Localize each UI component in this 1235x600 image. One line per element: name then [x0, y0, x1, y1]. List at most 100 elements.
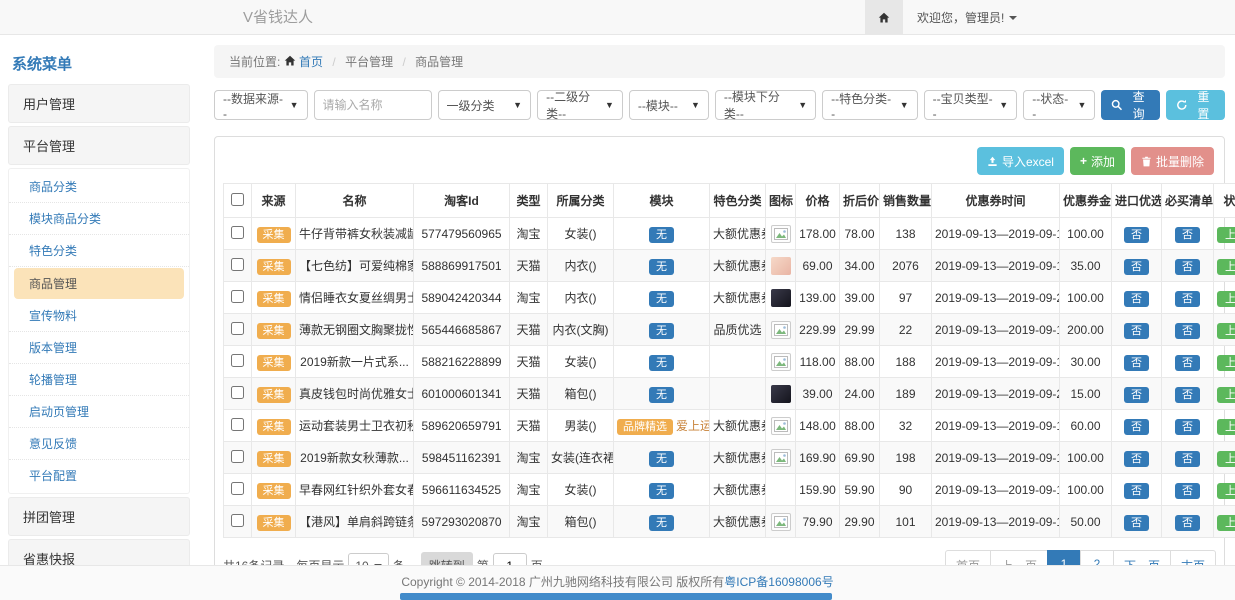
feature-category-select[interactable]: --特色分类--▼ — [822, 90, 917, 120]
row-checkbox[interactable] — [231, 450, 244, 463]
sidebar-item[interactable]: 拼团管理 — [8, 497, 190, 536]
sidebar-subitem[interactable]: 启动页管理 — [9, 396, 189, 428]
status-badge[interactable]: 上架 — [1217, 227, 1235, 243]
select-all-checkbox[interactable] — [231, 193, 244, 206]
data-source-select[interactable]: --数据来源--▼ — [214, 90, 308, 120]
row-checkbox[interactable] — [231, 386, 244, 399]
import-select-toggle[interactable]: 否 — [1124, 259, 1149, 275]
status-badge[interactable]: 上架 — [1217, 355, 1235, 371]
must-buy-toggle[interactable]: 否 — [1175, 227, 1200, 243]
module-subcategory-select[interactable]: --模块下分类--▼ — [715, 90, 816, 120]
horizontal-scrollbar[interactable] — [400, 593, 832, 600]
sidebar-subitem[interactable]: 意见反馈 — [9, 428, 189, 460]
per-page-select[interactable]: 10 — [348, 553, 388, 566]
module-none-badge[interactable]: 无 — [649, 259, 674, 275]
must-buy-toggle[interactable]: 否 — [1175, 419, 1200, 435]
module-none-badge[interactable]: 无 — [649, 515, 674, 531]
import-select-toggle[interactable]: 否 — [1124, 227, 1149, 243]
taoke-id-cell: 565446685867 — [414, 314, 510, 346]
row-checkbox[interactable] — [231, 226, 244, 239]
row-checkbox[interactable] — [231, 354, 244, 367]
status-badge[interactable]: 上架 — [1217, 451, 1235, 467]
status-badge[interactable]: 上架 — [1217, 387, 1235, 403]
page-button[interactable]: 末页 — [1170, 550, 1216, 565]
must-buy-toggle[interactable]: 否 — [1175, 323, 1200, 339]
page-button[interactable]: 2 — [1080, 550, 1114, 565]
import-select-toggle[interactable]: 否 — [1124, 323, 1149, 339]
user-menu[interactable]: 欢迎您，管理员! — [903, 0, 1031, 35]
search-button[interactable]: 查询 — [1101, 90, 1160, 120]
import-select-toggle[interactable]: 否 — [1124, 291, 1149, 307]
status-badge[interactable]: 上架 — [1217, 483, 1235, 499]
page-button[interactable]: 下一页 — [1113, 550, 1171, 565]
module-none-badge[interactable]: 无 — [649, 323, 674, 339]
module-none-badge[interactable]: 无 — [649, 227, 674, 243]
module-badge[interactable]: 品牌精选 — [617, 419, 673, 435]
module-none-badge[interactable]: 无 — [649, 355, 674, 371]
module-none-badge[interactable]: 无 — [649, 387, 674, 403]
level2-category-select[interactable]: --二级分类--▼ — [537, 90, 623, 120]
import-excel-button[interactable]: 导入excel — [977, 147, 1064, 175]
jump-page-input[interactable] — [493, 553, 527, 566]
level1-category-select[interactable]: 一级分类▼ — [438, 90, 532, 120]
import-select-toggle[interactable]: 否 — [1124, 419, 1149, 435]
must-buy-toggle[interactable]: 否 — [1175, 483, 1200, 499]
row-checkbox[interactable] — [231, 514, 244, 527]
icp-link[interactable]: 粤ICP备16098006号 — [724, 575, 833, 589]
must-buy-toggle[interactable]: 否 — [1175, 387, 1200, 403]
must-buy-toggle[interactable]: 否 — [1175, 291, 1200, 307]
import-select-toggle[interactable]: 否 — [1124, 387, 1149, 403]
home-button[interactable] — [865, 0, 903, 35]
records-summary: 共16条记录，每页显示 — [223, 557, 344, 565]
module-none-badge[interactable]: 无 — [649, 483, 674, 499]
breadcrumb-home-link[interactable]: 首页 — [299, 55, 323, 69]
sidebar-item-user-mgmt[interactable]: 用户管理 — [8, 84, 190, 123]
sidebar-subitem[interactable]: 轮播管理 — [9, 364, 189, 396]
import-select-toggle[interactable]: 否 — [1124, 483, 1149, 499]
module-none-badge[interactable]: 无 — [649, 291, 674, 307]
sidebar-subitem[interactable]: 商品分类 — [9, 171, 189, 203]
must-buy-toggle[interactable]: 否 — [1175, 515, 1200, 531]
must-buy-toggle[interactable]: 否 — [1175, 355, 1200, 371]
sidebar-subitem[interactable]: 商品管理 — [14, 268, 184, 299]
import-select-toggle[interactable]: 否 — [1124, 451, 1149, 467]
status-select[interactable]: --状态--▼ — [1023, 90, 1095, 120]
status-badge[interactable]: 上架 — [1217, 291, 1235, 307]
jump-button[interactable]: 跳转到 — [421, 552, 473, 565]
status-badge[interactable]: 上架 — [1217, 259, 1235, 275]
module-select[interactable]: --模块--▼ — [629, 90, 709, 120]
coupon-amount-cell: 15.00 — [1060, 378, 1112, 410]
sidebar-item-platform-mgmt[interactable]: 平台管理 — [8, 126, 190, 165]
type-cell: 天猫 — [510, 250, 548, 282]
row-checkbox[interactable] — [231, 418, 244, 431]
module-none-badge[interactable]: 无 — [649, 451, 674, 467]
add-button[interactable]: + 添加 — [1070, 147, 1125, 175]
sidebar-subitem[interactable]: 版本管理 — [9, 332, 189, 364]
row-checkbox[interactable] — [231, 258, 244, 271]
status-badge[interactable]: 上架 — [1217, 419, 1235, 435]
status-badge[interactable]: 上架 — [1217, 515, 1235, 531]
coupon-time-cell: 2019-09-13—2019-09-17 — [932, 314, 1060, 346]
sidebar-item[interactable]: 省惠快报 — [8, 539, 190, 565]
row-checkbox[interactable] — [231, 482, 244, 495]
row-select-cell — [224, 282, 252, 314]
import-select-toggle[interactable]: 否 — [1124, 515, 1149, 531]
sidebar-subitem[interactable]: 平台配置 — [9, 460, 189, 491]
sidebar-subitem[interactable]: 特色分类 — [9, 235, 189, 267]
status-badge[interactable]: 上架 — [1217, 323, 1235, 339]
name-input[interactable] — [314, 90, 432, 120]
chevron-down-icon: ▼ — [605, 100, 614, 110]
sidebar-subitem[interactable]: 宣传物料 — [9, 300, 189, 332]
row-checkbox[interactable] — [231, 322, 244, 335]
batch-delete-button[interactable]: 批量删除 — [1131, 147, 1214, 175]
page-button: 上一页 — [990, 550, 1048, 565]
row-checkbox[interactable] — [231, 290, 244, 303]
import-select-toggle[interactable]: 否 — [1124, 355, 1149, 371]
reset-button[interactable]: 重置 — [1166, 90, 1225, 120]
item-type-select[interactable]: --宝贝类型--▼ — [924, 90, 1018, 120]
must-buy-toggle[interactable]: 否 — [1175, 451, 1200, 467]
sidebar-subitem[interactable]: 模块商品分类 — [9, 203, 189, 235]
page-button[interactable]: 1 — [1047, 550, 1081, 565]
must-buy-toggle[interactable]: 否 — [1175, 259, 1200, 275]
source-cell: 采集 — [252, 442, 296, 474]
